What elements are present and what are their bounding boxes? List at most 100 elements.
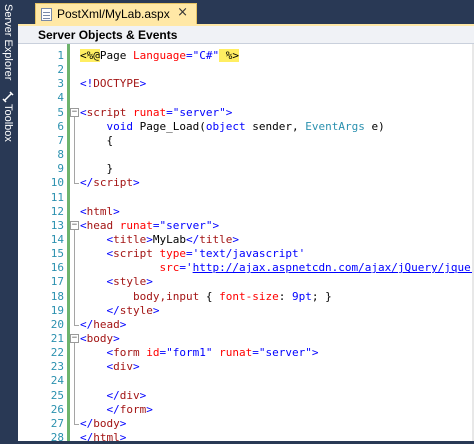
fold-guide-line <box>74 229 75 325</box>
code-token: > <box>139 388 147 402</box>
line-number: 18 <box>50 289 64 303</box>
code-token: script <box>93 176 133 190</box>
line-number: 21 <box>50 332 64 345</box>
toolbox-label: Toolbox <box>2 104 14 142</box>
code-token: > <box>232 232 239 246</box>
line-number: 15 <box>50 247 64 261</box>
change-tracking-bar <box>67 44 70 441</box>
code-token: body <box>86 332 114 345</box>
line-number: 9 <box>57 162 64 176</box>
close-icon[interactable]: × <box>177 5 188 20</box>
code-line[interactable]: </script> <box>80 175 140 191</box>
code-token: MyLab <box>152 232 186 246</box>
code-token: script <box>86 105 127 119</box>
code-token: ="form1" <box>159 346 213 360</box>
fold-end-marker <box>74 324 79 326</box>
line-number: 28 <box>50 431 64 444</box>
code-token: > <box>113 332 120 345</box>
line-number: 1 <box>57 49 64 62</box>
code-token: form <box>119 402 147 416</box>
code-token: runat <box>212 346 253 360</box>
code-token: e) <box>364 119 385 133</box>
collapse-toggle-icon[interactable]: − <box>70 220 79 230</box>
code-token: body <box>93 416 120 430</box>
code-token: body,input <box>132 289 200 303</box>
line-number: 17 <box>50 275 64 289</box>
line-number: 25 <box>50 388 64 402</box>
code-token: "C#" <box>192 49 220 62</box>
code-line[interactable]: <!DOCTYPE> <box>80 76 146 92</box>
line-number: 11 <box>50 190 64 204</box>
code-token: sender, <box>245 119 306 133</box>
line-number: 20 <box>50 317 64 331</box>
code-token: : <box>278 289 292 303</box>
line-number: 14 <box>50 232 64 246</box>
code-token: font-size <box>219 289 279 303</box>
code-editor[interactable]: Server Objects & Events 1 2 3 4 5 6 7 8 9 10 11 12 1… <box>18 24 474 444</box>
code-token: < <box>80 332 87 345</box>
code-token: </ <box>80 431 94 441</box>
code-token: < <box>80 105 87 119</box>
fold-end-marker <box>74 183 79 185</box>
code-token: runat <box>126 105 167 119</box>
toolbox-tab[interactable]: Toolbox <box>1 104 17 149</box>
code-token: > <box>133 176 140 190</box>
code-token: style <box>119 303 153 317</box>
code-area[interactable]: <%@Page Language="C#" %> <!DOCTYPE> <scrip… <box>80 44 474 441</box>
code-token: </ <box>106 402 120 416</box>
code-token: ="server"> <box>166 105 233 119</box>
code-token: > <box>119 416 127 430</box>
document-tab[interactable]: PostXml/MyLab.aspx × <box>35 3 197 24</box>
fold-guide-line <box>74 116 75 184</box>
line-number: 10 <box>50 176 64 190</box>
collapse-toggle-icon[interactable]: − <box>70 334 79 343</box>
code-token: id <box>139 346 160 360</box>
code-token: </ <box>80 176 94 190</box>
document-icon <box>41 8 52 21</box>
code-line[interactable]: <div> <box>80 359 140 375</box>
code-token: } <box>80 162 114 176</box>
code-line[interactable]: <%@Page Language="C#" %> <box>80 48 239 64</box>
code-token: > <box>146 402 153 416</box>
server-objects-dropdown[interactable]: Server Objects & Events <box>38 28 177 42</box>
code-token: src <box>159 261 180 275</box>
code-token: </ <box>80 317 94 331</box>
server-explorer-label: Server Explorer <box>2 4 14 81</box>
line-number: 2 <box>57 63 64 77</box>
line-number: 19 <box>50 303 64 317</box>
code-token: </ <box>106 388 120 402</box>
line-number: 22 <box>50 346 64 360</box>
code-token: title <box>113 232 147 246</box>
code-token: <! <box>80 77 94 91</box>
code-token: <%@ <box>80 49 100 62</box>
code-token: div <box>119 388 140 402</box>
code-token: ; } <box>311 289 332 303</box>
code-token: html <box>93 431 120 441</box>
fold-end-marker <box>74 423 79 425</box>
code-token: > <box>139 77 147 91</box>
code-line[interactable]: </html> <box>80 430 126 441</box>
document-tab-bar: PostXml/MyLab.aspx × <box>18 0 474 24</box>
code-token: </ <box>80 416 94 430</box>
code-token: %> <box>219 49 239 62</box>
code-token: 9pt <box>291 289 312 303</box>
collapse-toggle-icon[interactable]: − <box>70 107 79 117</box>
code-token: ="server"> <box>152 218 220 232</box>
code-line[interactable]: { <box>80 133 113 149</box>
code-token: head <box>93 317 120 331</box>
line-number: 3 <box>57 77 64 91</box>
server-explorer-tab[interactable]: Server Explorer <box>1 4 17 92</box>
line-number: 16 <box>50 261 64 275</box>
code-token: Page_Load( <box>133 119 206 133</box>
code-token: form <box>113 346 140 360</box>
navigation-bar[interactable]: Server Objects & Events <box>18 24 474 44</box>
code-token: > <box>152 303 160 317</box>
code-token: title <box>199 232 233 246</box>
code-line[interactable]: void Page_Load(object sender, EventArgs … <box>80 119 385 135</box>
line-number: 6 <box>57 119 64 133</box>
code-token: </ <box>106 303 120 317</box>
